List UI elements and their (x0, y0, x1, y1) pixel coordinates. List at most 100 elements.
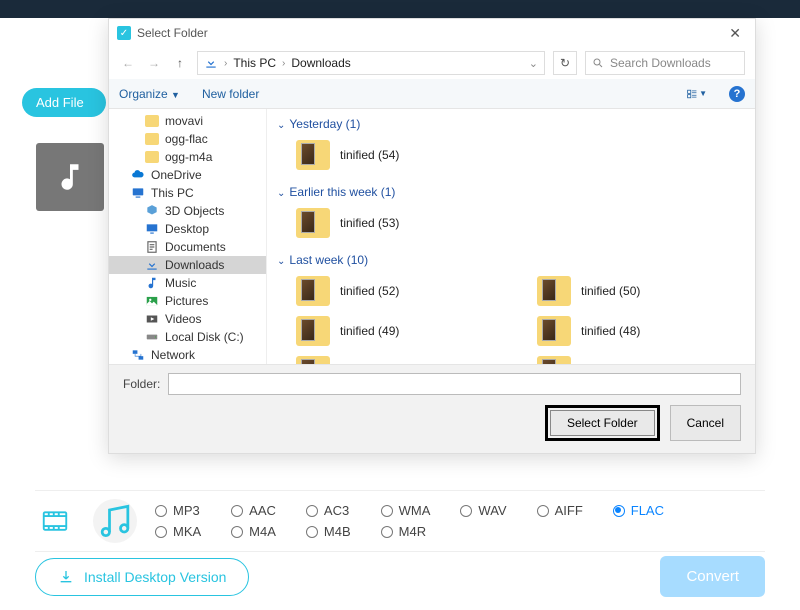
folder-icon (296, 356, 330, 364)
download-icon (58, 569, 74, 585)
view-options-button[interactable]: ▼ (687, 84, 707, 104)
folder-item[interactable]: tinified (48) (534, 313, 745, 349)
folder-input[interactable] (168, 373, 741, 395)
folder-icon (296, 316, 330, 346)
folder-item[interactable]: tinified (53) (293, 205, 745, 241)
folder-label: Folder: (123, 377, 160, 391)
refresh-button[interactable]: ↻ (553, 51, 577, 75)
group-header[interactable]: ⌄Last week (10) (277, 249, 745, 271)
tree-item-pictures[interactable]: Pictures (109, 292, 266, 310)
format-option-m4a[interactable]: M4A (231, 524, 276, 539)
tree-item-onedrive[interactable]: OneDrive (109, 166, 266, 184)
select-folder-dialog: ✓ Select Folder ✕ ← → ↑ › This PC › Down… (108, 18, 756, 454)
media-thumbnail (36, 143, 104, 211)
crumb-this-pc[interactable]: This PC (233, 56, 276, 70)
select-folder-highlight: Select Folder (545, 405, 660, 441)
chevron-down-icon: ⌄ (277, 188, 285, 199)
tree-item-desktop[interactable]: Desktop (109, 220, 266, 238)
search-input[interactable]: Search Downloads (585, 51, 745, 75)
format-option-wma[interactable]: WMA (381, 503, 431, 518)
folder-item[interactable]: tinified (49) (293, 313, 504, 349)
format-option-mp3[interactable]: MP3 (155, 503, 201, 518)
folder-tree[interactable]: movavi ogg-flac ogg-m4aOneDriveThis PC 3D O… (109, 109, 267, 364)
new-folder-button[interactable]: New folder (202, 87, 259, 101)
dialog-footer: Folder: Select Folder Cancel (109, 364, 755, 453)
up-button[interactable]: ↑ (171, 56, 189, 70)
folder-item[interactable]: tinified (46) (534, 353, 745, 364)
address-bar[interactable]: › This PC › Downloads ⌄ (197, 51, 545, 75)
tree-label: 3D Objects (165, 204, 224, 218)
format-label: AC3 (324, 503, 349, 518)
radio-icon (381, 505, 393, 517)
tree-item-ogg-flac[interactable]: ogg-flac (109, 130, 266, 148)
tree-item-network[interactable]: Network (109, 346, 266, 364)
file-list[interactable]: ⌄Yesterday (1)tinified (54) ⌄Earlier this… (267, 109, 755, 364)
organize-menu[interactable]: Organize ▼ (119, 87, 180, 101)
tree-label: Network (151, 348, 195, 362)
format-option-aiff[interactable]: AIFF (537, 503, 583, 518)
bottom-row: Install Desktop Version Convert (35, 556, 765, 597)
tree-label: Videos (165, 312, 201, 326)
folder-item[interactable]: tinified (54) (293, 137, 745, 173)
close-icon[interactable]: ✕ (723, 25, 747, 42)
tree-item-downloads[interactable]: Downloads (109, 256, 266, 274)
dialog-toolbar: Organize ▼ New folder ▼ ? (109, 79, 755, 109)
format-label: M4R (399, 524, 426, 539)
format-option-mka[interactable]: MKA (155, 524, 201, 539)
install-desktop-button[interactable]: Install Desktop Version (35, 558, 249, 596)
format-option-aac[interactable]: AAC (231, 503, 276, 518)
tree-label: ogg-flac (165, 132, 208, 146)
tree-item-movavi[interactable]: movavi (109, 112, 266, 130)
folder-icon (296, 208, 330, 238)
format-option-m4r[interactable]: M4R (381, 524, 431, 539)
tree-item-music[interactable]: Music (109, 274, 266, 292)
help-button[interactable]: ? (729, 86, 745, 102)
format-option-wav[interactable]: WAV (460, 503, 506, 518)
tree-item-videos[interactable]: Videos (109, 310, 266, 328)
radio-icon (537, 505, 549, 517)
format-label: AIFF (555, 503, 583, 518)
tree-item-this-pc[interactable]: This PC (109, 184, 266, 202)
tree-item-documents[interactable]: Documents (109, 238, 266, 256)
format-option-m4b[interactable]: M4B (306, 524, 351, 539)
chevron-down-icon[interactable]: ⌄ (529, 57, 538, 70)
format-label: WMA (399, 503, 431, 518)
format-option-ac3[interactable]: AC3 (306, 503, 351, 518)
video-format-icon[interactable] (35, 501, 75, 541)
format-label: FLAC (631, 503, 664, 518)
tree-item-ogg-m4a[interactable]: ogg-m4a (109, 148, 266, 166)
nav-row: ← → ↑ › This PC › Downloads ⌄ ↻ Search D… (109, 47, 755, 79)
audio-format-icon[interactable] (93, 499, 137, 543)
format-label: M4B (324, 524, 351, 539)
convert-button[interactable]: Convert (660, 556, 765, 597)
tree-item-3d-objects[interactable]: 3D Objects (109, 202, 266, 220)
tree-label: Desktop (165, 222, 209, 236)
radio-icon (155, 526, 167, 538)
format-label: M4A (249, 524, 276, 539)
folder-icon (296, 276, 330, 306)
folder-icon (537, 356, 571, 364)
select-folder-button[interactable]: Select Folder (550, 410, 655, 436)
radio-icon (231, 505, 243, 517)
tree-item-local-disk-c-[interactable]: Local Disk (C:) (109, 328, 266, 346)
group-header[interactable]: ⌄Earlier this week (1) (277, 181, 745, 203)
format-label: WAV (478, 503, 506, 518)
crumb-downloads[interactable]: Downloads (291, 56, 350, 70)
radio-icon (155, 505, 167, 517)
folder-item[interactable]: tinified (47) (293, 353, 504, 364)
file-grid: tinified (53) (277, 203, 745, 249)
format-label: AAC (249, 503, 276, 518)
folder-name: tinified (53) (340, 216, 399, 230)
folder-name: tinified (49) (340, 324, 399, 338)
folder-item[interactable]: tinified (52) (293, 273, 504, 309)
folder-item[interactable]: tinified (50) (534, 273, 745, 309)
cancel-button[interactable]: Cancel (670, 405, 741, 441)
search-icon (592, 57, 604, 69)
file-grid: tinified (52) tinified (50) tinified (49) t… (277, 271, 745, 364)
back-button[interactable]: ← (119, 56, 137, 70)
group-header[interactable]: ⌄Yesterday (1) (277, 113, 745, 135)
format-option-flac[interactable]: FLAC (613, 503, 664, 518)
add-files-button[interactable]: Add File (22, 88, 106, 117)
forward-button[interactable]: → (145, 56, 163, 70)
chevron-down-icon: ⌄ (277, 120, 285, 131)
